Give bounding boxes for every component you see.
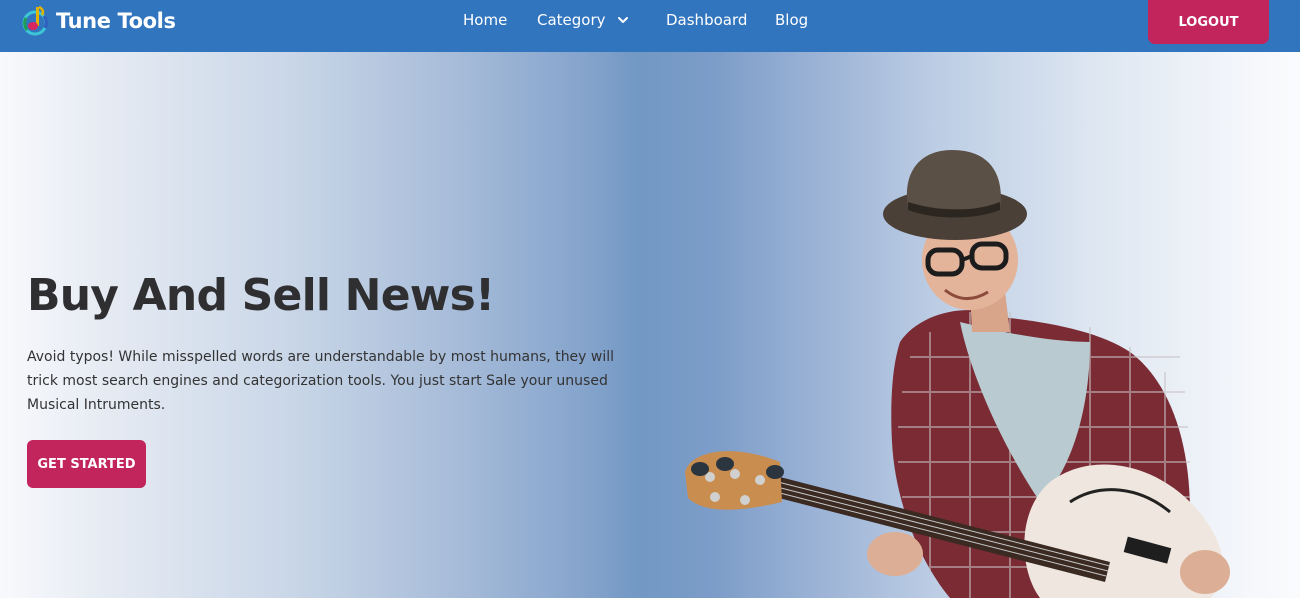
nav-blog[interactable]: Blog	[775, 11, 808, 29]
brand[interactable]: Tune Tools	[22, 4, 176, 38]
music-note-icon	[22, 5, 48, 36]
chevron-down-icon	[618, 17, 628, 23]
top-navbar: Tune Tools Home Category Dashboard Blog …	[0, 0, 1300, 52]
brand-name: Tune Tools	[56, 9, 176, 33]
hero-title: Buy And Sell News!	[27, 270, 495, 321]
nav-category[interactable]: Category	[537, 11, 628, 29]
nav-dashboard[interactable]: Dashboard	[666, 11, 747, 29]
hero-description: Avoid typos! While misspelled words are …	[27, 349, 615, 413]
guitarist-photo	[685, 150, 1230, 598]
get-started-button[interactable]: GET STARTED	[27, 440, 146, 488]
logout-button[interactable]: LOGOUT	[1148, 0, 1269, 44]
nav-category-label: Category	[537, 11, 606, 29]
nav-home[interactable]: Home	[463, 11, 507, 29]
hero-section: Buy And Sell News! Avoid typos! While mi…	[0, 52, 1300, 598]
